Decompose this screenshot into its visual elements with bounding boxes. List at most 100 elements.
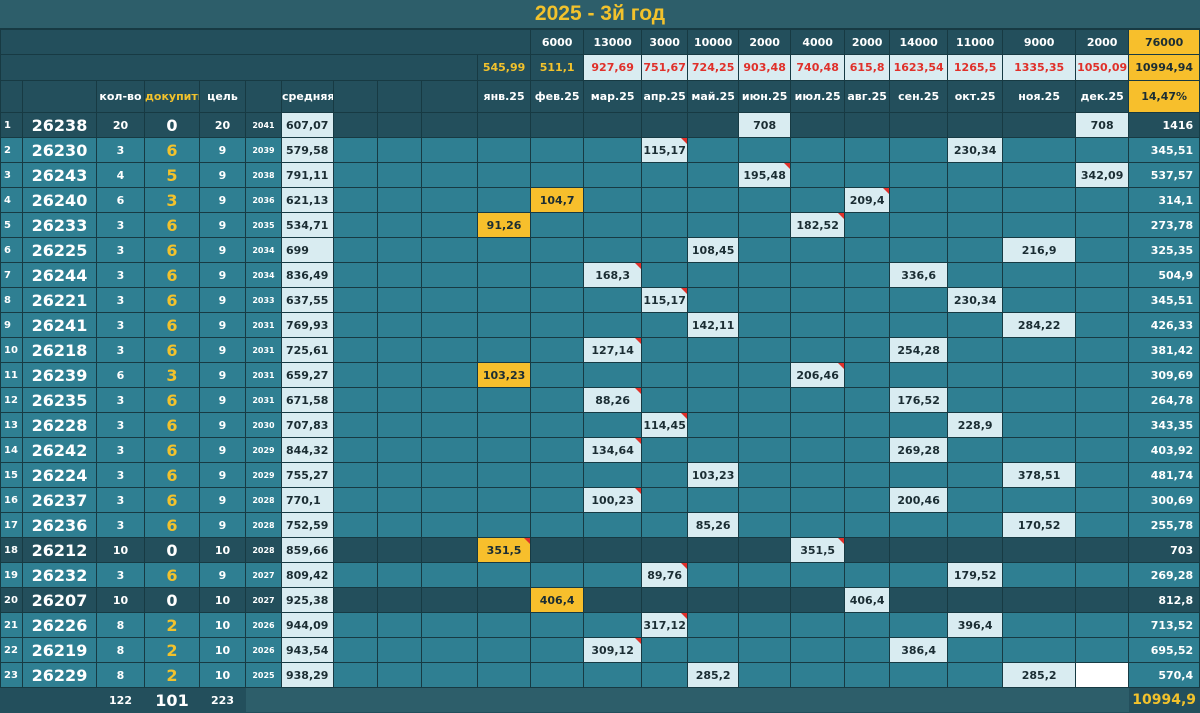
empty-cell[interactable] — [790, 587, 846, 613]
bond-code[interactable]: 26226 — [22, 612, 97, 638]
payment-cell[interactable]: 351,5 — [476, 537, 532, 563]
empty-cell[interactable] — [583, 287, 643, 313]
qty-sum[interactable]: 122 — [97, 688, 145, 713]
empty-cell[interactable] — [1075, 512, 1130, 538]
empty-cell[interactable] — [377, 262, 422, 288]
avg-price-cell[interactable]: 579,58 — [281, 137, 334, 163]
empty-cell[interactable] — [1002, 587, 1077, 613]
empty-cell[interactable] — [790, 287, 846, 313]
avg-price-cell[interactable]: 938,29 — [281, 662, 334, 688]
empty-cell[interactable] — [641, 237, 689, 263]
empty-cell[interactable] — [1075, 562, 1130, 588]
payment-cell[interactable]: 406,4 — [844, 587, 891, 613]
empty-cell[interactable] — [377, 562, 422, 588]
empty-cell[interactable] — [476, 262, 532, 288]
year-cell[interactable]: 2027 — [245, 587, 282, 613]
bond-code[interactable]: 26224 — [22, 462, 97, 488]
month-total-cell[interactable]: 14000 — [889, 29, 949, 55]
month-header[interactable]: янв.25 — [476, 80, 532, 113]
empty-cell[interactable] — [476, 287, 532, 313]
empty-cell[interactable] — [889, 237, 949, 263]
empty-cell[interactable] — [377, 337, 422, 363]
goal-cell[interactable]: 10 — [199, 662, 246, 688]
empty-cell[interactable] — [583, 112, 643, 138]
year-cell[interactable]: 2029 — [245, 462, 282, 488]
header-blank[interactable] — [0, 80, 23, 113]
empty-cell[interactable] — [687, 437, 740, 463]
month-sum-cell[interactable]: 511,1 — [530, 54, 585, 81]
empty-cell[interactable] — [333, 487, 378, 513]
empty-cell[interactable] — [844, 487, 891, 513]
empty-cell[interactable] — [583, 212, 643, 238]
empty-cell[interactable] — [790, 312, 846, 338]
row-total-cell[interactable]: 325,35 — [1128, 237, 1200, 263]
empty-cell[interactable] — [738, 462, 792, 488]
empty-cell[interactable] — [1075, 612, 1130, 638]
empty-cell[interactable] — [530, 137, 585, 163]
bond-code[interactable]: 26233 — [22, 212, 97, 238]
row-total-cell[interactable]: 426,33 — [1128, 312, 1200, 338]
empty-cell[interactable] — [421, 487, 478, 513]
empty-cell[interactable] — [1002, 287, 1077, 313]
qty-header[interactable]: кол-во — [96, 80, 145, 113]
empty-cell[interactable] — [333, 212, 378, 238]
row-total-cell[interactable]: 1416 — [1128, 112, 1200, 138]
empty-cell[interactable] — [947, 162, 1004, 188]
empty-cell[interactable] — [583, 612, 643, 638]
empty-cell[interactable] — [530, 662, 585, 688]
empty-cell[interactable] — [738, 487, 792, 513]
row-total-cell[interactable]: 309,69 — [1128, 362, 1200, 388]
year-cell[interactable]: 2030 — [245, 412, 282, 438]
empty-cell[interactable] — [583, 312, 643, 338]
empty-cell[interactable] — [333, 637, 378, 663]
payment-cell[interactable]: 228,9 — [947, 412, 1004, 438]
empty-cell[interactable] — [421, 637, 478, 663]
empty-cell[interactable] — [641, 212, 689, 238]
payment-cell[interactable]: 396,4 — [947, 612, 1004, 638]
payment-cell[interactable]: 406,4 — [530, 587, 585, 613]
month-header[interactable]: июн.25 — [738, 80, 792, 113]
empty-cell[interactable] — [687, 637, 740, 663]
empty-cell[interactable] — [738, 537, 792, 563]
empty-cell[interactable] — [790, 462, 846, 488]
bond-code[interactable]: 26219 — [22, 637, 97, 663]
bond-code[interactable]: 26242 — [22, 437, 97, 463]
empty-cell[interactable] — [476, 137, 532, 163]
empty-cell[interactable] — [790, 412, 846, 438]
empty-cell[interactable] — [947, 212, 1004, 238]
empty-cell[interactable] — [377, 237, 422, 263]
empty-cell[interactable] — [377, 287, 422, 313]
empty-cell[interactable] — [738, 612, 792, 638]
payment-cell[interactable]: 309,12 — [583, 637, 643, 663]
empty-cell[interactable] — [947, 662, 1004, 688]
payment-cell[interactable]: 708 — [738, 112, 792, 138]
empty-cell[interactable] — [1075, 187, 1130, 213]
row-total-cell[interactable]: 345,51 — [1128, 287, 1200, 313]
year-cell[interactable]: 2034 — [245, 262, 282, 288]
bond-code[interactable]: 26221 — [22, 287, 97, 313]
month-total-cell[interactable]: 6000 — [530, 29, 585, 55]
goal-cell[interactable]: 10 — [199, 637, 246, 663]
goal-cell[interactable]: 9 — [199, 437, 246, 463]
goal-cell[interactable]: 9 — [199, 462, 246, 488]
empty-cell[interactable] — [738, 662, 792, 688]
empty-cell[interactable] — [889, 212, 949, 238]
bond-code[interactable]: 26240 — [22, 187, 97, 213]
qty-cell[interactable]: 3 — [96, 137, 145, 163]
year-cell[interactable]: 2031 — [245, 387, 282, 413]
empty-cell[interactable] — [738, 562, 792, 588]
empty-cell[interactable] — [333, 387, 378, 413]
empty-cell[interactable] — [844, 312, 891, 338]
empty-cell[interactable] — [947, 587, 1004, 613]
empty-cell[interactable] — [583, 412, 643, 438]
avg-price-cell[interactable]: 707,83 — [281, 412, 334, 438]
avg-header[interactable]: средняя цена — [281, 80, 334, 113]
empty-cell[interactable] — [687, 137, 740, 163]
empty-cell[interactable] — [844, 287, 891, 313]
avg-price-cell[interactable]: 659,27 — [281, 362, 334, 388]
qty-cell[interactable]: 6 — [96, 362, 145, 388]
goal-cell[interactable]: 9 — [199, 387, 246, 413]
empty-cell[interactable] — [1075, 312, 1130, 338]
header-blank[interactable] — [421, 80, 478, 113]
empty-cell[interactable] — [476, 512, 532, 538]
